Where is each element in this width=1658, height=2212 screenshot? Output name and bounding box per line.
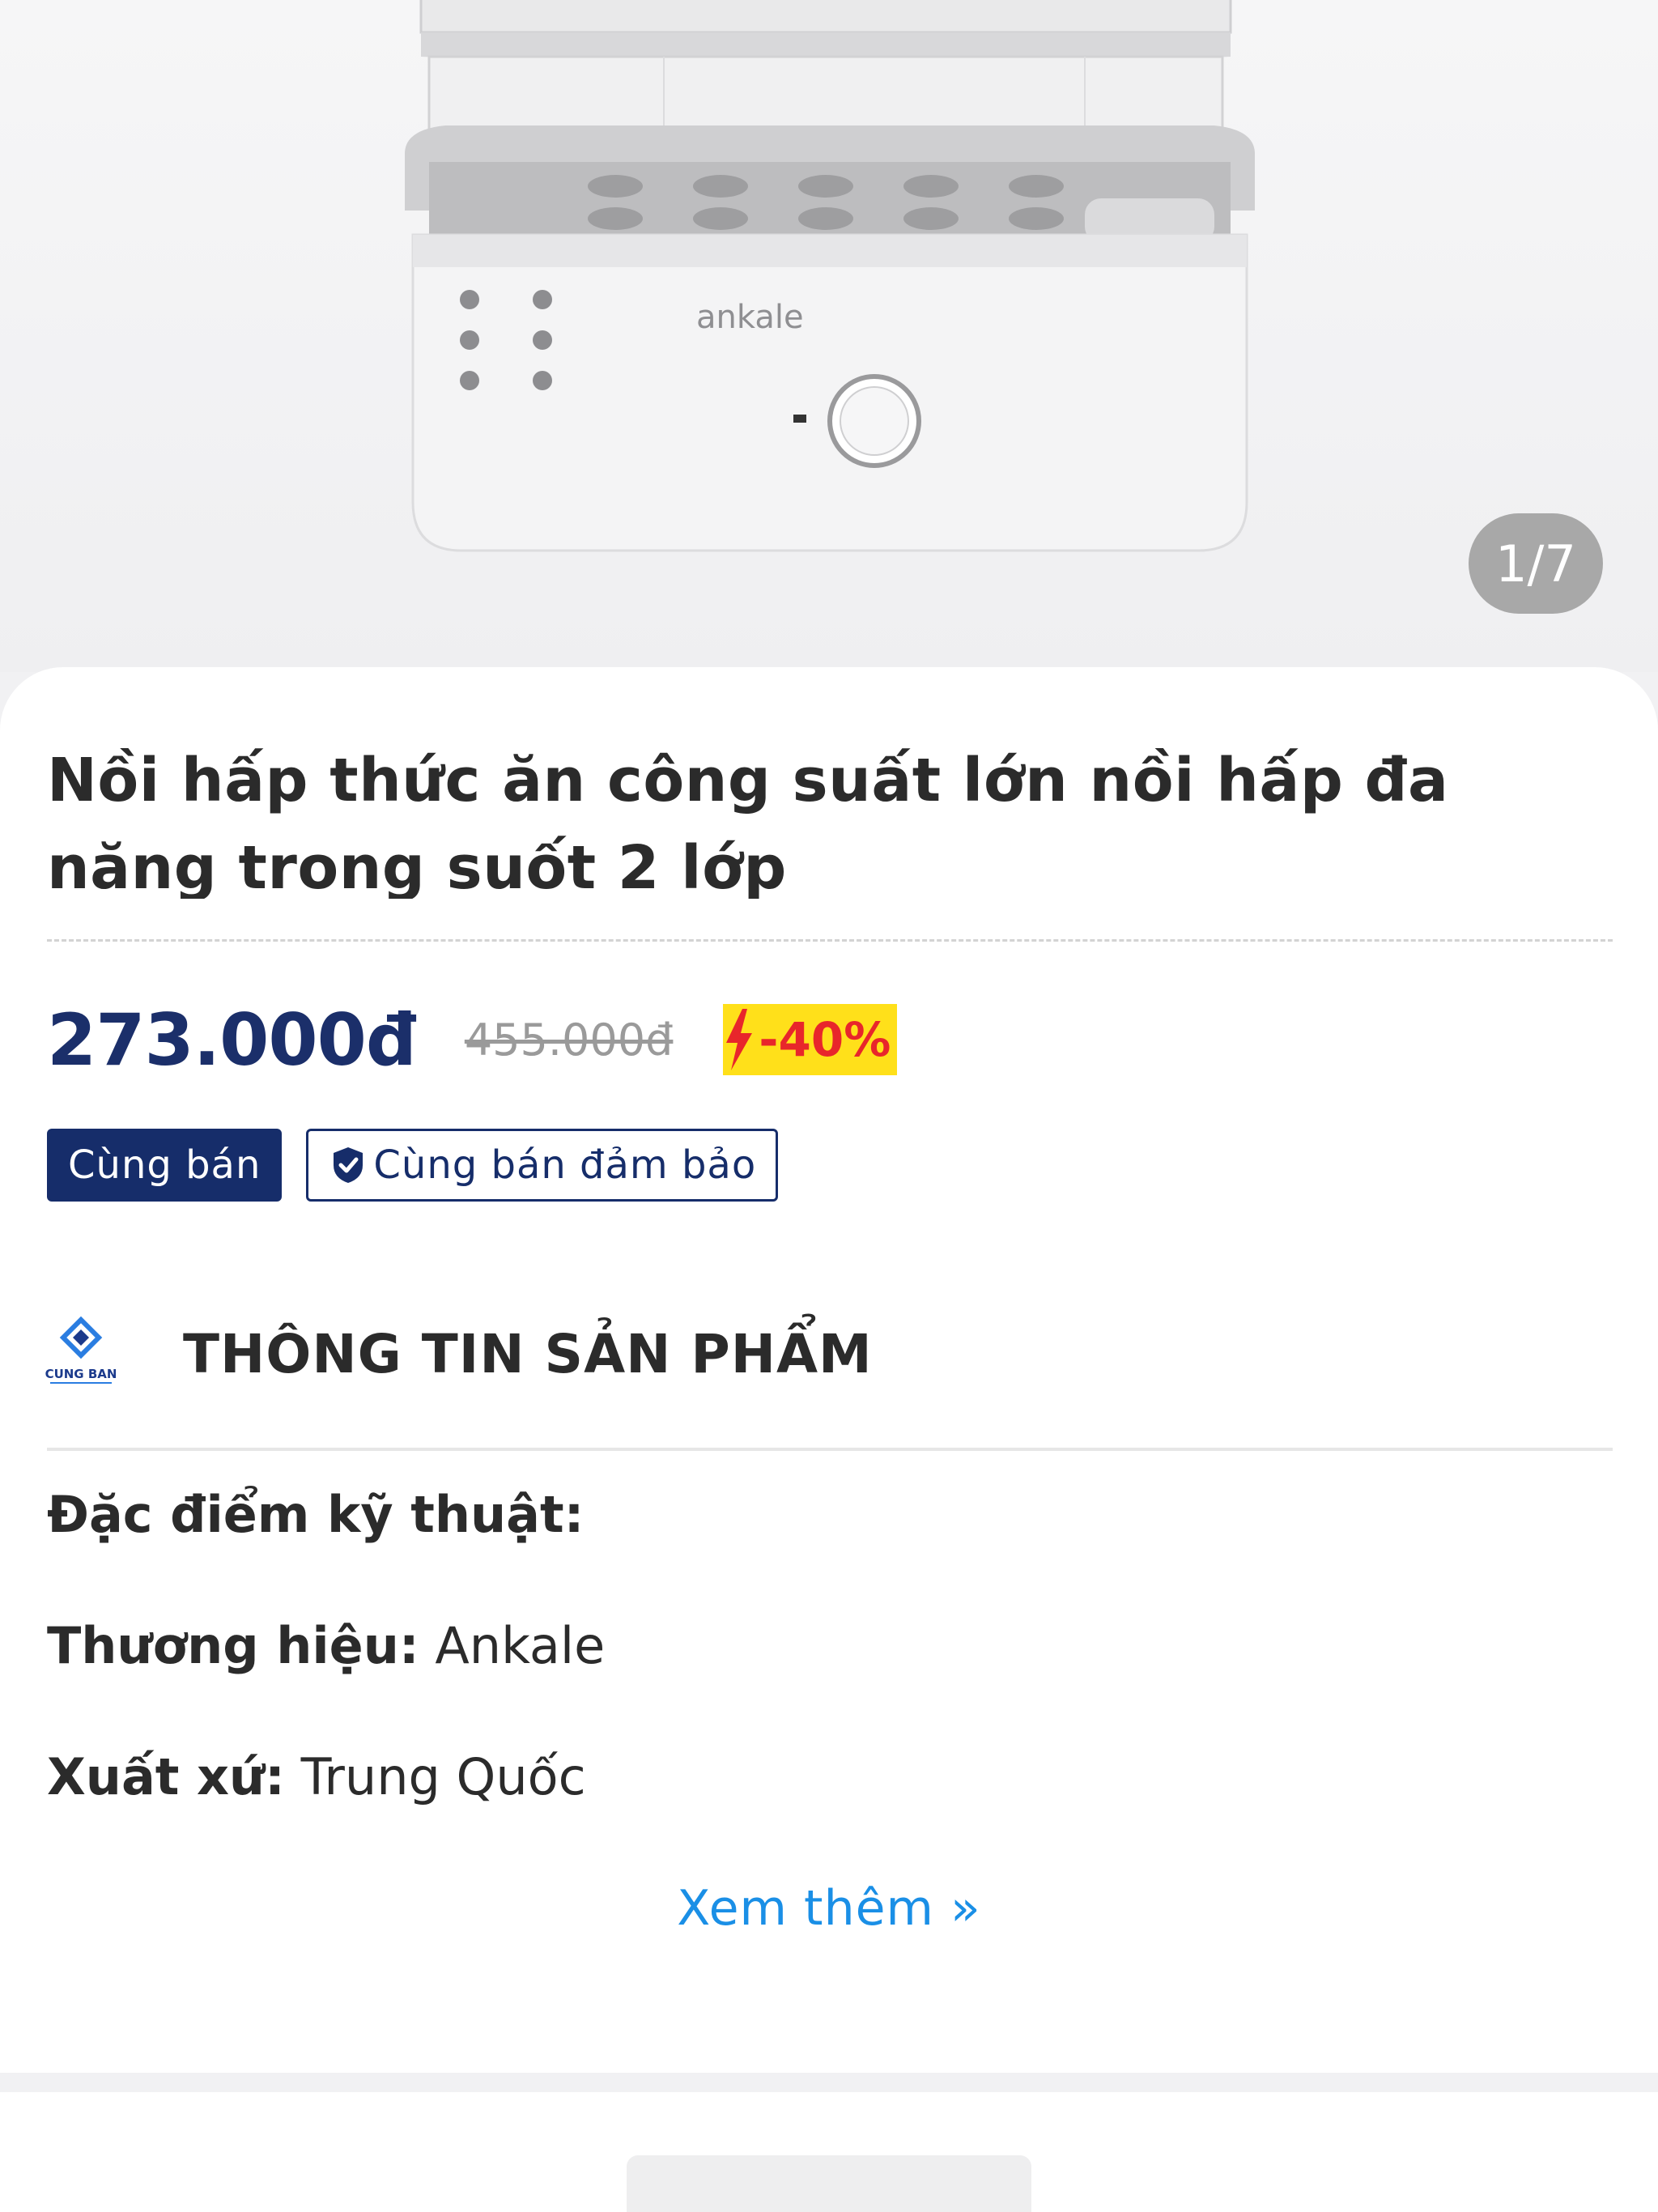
bottom-button[interactable] [627, 2155, 1031, 2212]
product-info-header: CUNG BAN THÔNG TIN SẢN PHẨM [42, 1315, 873, 1393]
image-counter: 1/7 [1469, 513, 1603, 614]
specs-heading: Đặc điểm kỹ thuật: [47, 1485, 584, 1544]
origin-spec: Xuất xứ: Trung Quốc [47, 1747, 586, 1806]
section-title: THÔNG TIN SẢN PHẨM [183, 1322, 873, 1385]
lightning-icon [726, 1009, 753, 1070]
origin-value: Trung Quốc [284, 1747, 586, 1806]
product-title: Nồi hấp thức ăn công suất lớn nồi hấp đa… [47, 746, 1449, 899]
brand-spec: Thương hiệu: Ankale [47, 1616, 605, 1675]
price-row: 273.000đ 455.000đ -40% [47, 995, 898, 1084]
section-divider [47, 1448, 1613, 1451]
guarantee-label: Cùng bán đảm bảo [373, 1142, 757, 1188]
logo-text: CUNG BAN [45, 1367, 117, 1381]
brand-label: Thương hiệu: [47, 1616, 419, 1675]
origin-label: Xuất xứ: [47, 1747, 285, 1806]
cung-ban-logo: CUNG BAN [42, 1315, 120, 1393]
cung-ban-badge: Cùng bán [47, 1129, 283, 1202]
product-card: Nồi hấp thức ăn công suất lớn nồi hấp đa… [0, 667, 1658, 2073]
discount-badge: -40% [723, 1004, 898, 1075]
discount-label: -40% [759, 1012, 891, 1067]
badges: Cùng bán Cùng bán đảm bảo [47, 1129, 779, 1202]
specs-heading-label: Đặc điểm kỹ thuật: [47, 1485, 585, 1544]
brand-value: Ankale [419, 1616, 606, 1675]
guarantee-badge: Cùng bán đảm bảo [306, 1129, 779, 1202]
shield-check-icon [334, 1147, 363, 1183]
current-price: 273.000đ [47, 998, 417, 1082]
see-more-link[interactable]: Xem thêm » [0, 1880, 1658, 1937]
original-price: 455.000đ [464, 1014, 674, 1066]
bottom-section [0, 2092, 1658, 2212]
brand-mark: ankale [696, 299, 804, 336]
diamond-logo-icon: CUNG BAN [45, 1316, 117, 1384]
product-image-gallery[interactable]: ankale 1/7 [0, 0, 1658, 672]
product-image: ankale [405, 0, 1255, 552]
divider [47, 939, 1613, 942]
